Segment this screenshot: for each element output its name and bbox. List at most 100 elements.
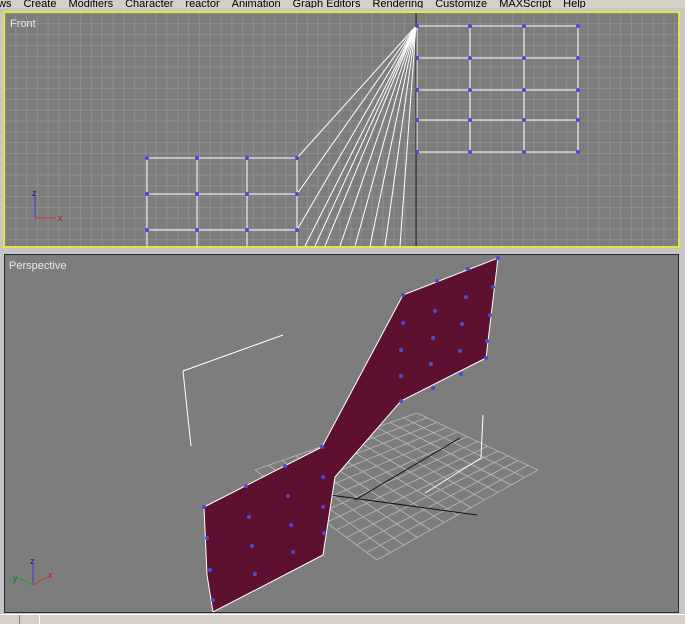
menu-item-create[interactable]: Create: [23, 0, 56, 8]
control-vertex[interactable]: [415, 150, 419, 154]
control-vertex[interactable]: [458, 349, 462, 353]
control-vertex[interactable]: [145, 228, 149, 232]
menu-item-graph-editors[interactable]: Graph Editors: [293, 0, 361, 8]
z-axis-label: z: [32, 188, 37, 198]
control-vertex[interactable]: [245, 228, 249, 232]
front-wireframe-spline[interactable]: [296, 25, 417, 246]
control-vertex[interactable]: [576, 88, 580, 92]
control-vertex[interactable]: [464, 295, 468, 299]
ground-grid-line: [389, 422, 512, 486]
z-axis-label: z: [30, 556, 35, 566]
control-vertex[interactable]: [283, 464, 287, 468]
control-vertex[interactable]: [401, 293, 405, 297]
control-vertex[interactable]: [399, 399, 403, 403]
bounding-wire-left: [182, 334, 284, 447]
control-vertex[interactable]: [522, 56, 526, 60]
control-vertex[interactable]: [244, 484, 248, 488]
control-vertex[interactable]: [488, 313, 492, 317]
control-vertex[interactable]: [321, 505, 325, 509]
control-vertex[interactable]: [245, 156, 249, 160]
control-vertex[interactable]: [291, 550, 295, 554]
control-vertex[interactable]: [522, 118, 526, 122]
control-vertex[interactable]: [415, 88, 419, 92]
menu-item-reactor[interactable]: reactor: [185, 0, 219, 8]
control-vertex[interactable]: [468, 24, 472, 28]
control-vertex[interactable]: [468, 56, 472, 60]
control-vertex[interactable]: [399, 374, 403, 378]
control-vertex[interactable]: [459, 372, 463, 376]
front-viewport-canvas[interactable]: z x: [5, 13, 678, 246]
perspective-viewport[interactable]: Perspective z x y: [4, 254, 679, 613]
control-vertex[interactable]: [202, 505, 206, 509]
control-vertex[interactable]: [250, 544, 254, 548]
menu-item-ws[interactable]: ws: [0, 0, 11, 8]
control-vertex[interactable]: [145, 192, 149, 196]
control-vertex[interactable]: [321, 475, 325, 479]
control-vertex[interactable]: [468, 88, 472, 92]
menu-item-rendering[interactable]: Rendering: [372, 0, 423, 8]
menu-item-animation[interactable]: Animation: [232, 0, 281, 8]
control-vertex[interactable]: [145, 156, 149, 160]
control-vertex[interactable]: [466, 267, 470, 271]
control-vertex[interactable]: [491, 285, 495, 289]
control-vertex[interactable]: [522, 88, 526, 92]
control-vertex[interactable]: [431, 386, 435, 390]
control-vertex[interactable]: [433, 309, 437, 313]
control-vertex[interactable]: [211, 598, 215, 602]
control-vertex[interactable]: [295, 156, 299, 160]
control-vertex[interactable]: [320, 445, 324, 449]
control-vertex[interactable]: [205, 536, 209, 540]
control-vertex[interactable]: [576, 56, 580, 60]
front-viewport-label[interactable]: Front: [10, 18, 36, 30]
control-vertex[interactable]: [399, 348, 403, 352]
control-vertex[interactable]: [415, 118, 419, 122]
control-vertex[interactable]: [208, 568, 212, 572]
control-vertex[interactable]: [435, 279, 439, 283]
control-vertex[interactable]: [468, 150, 472, 154]
front-lattice-left[interactable]: [145, 156, 299, 246]
control-vertex[interactable]: [576, 118, 580, 122]
y-axis-line: [17, 577, 34, 586]
axis-tripod-front: z x: [32, 188, 63, 223]
control-vertex[interactable]: [295, 192, 299, 196]
control-vertex[interactable]: [484, 356, 488, 360]
control-vertex[interactable]: [431, 336, 435, 340]
menu-item-maxscript[interactable]: MAXScript: [499, 0, 551, 8]
control-vertex[interactable]: [576, 24, 580, 28]
front-viewport[interactable]: Front z x: [3, 11, 680, 248]
control-vertex[interactable]: [286, 494, 290, 498]
control-vertex[interactable]: [247, 515, 251, 519]
perspective-viewport-canvas[interactable]: z x y: [5, 255, 678, 612]
spline-wire: [304, 25, 417, 246]
control-vertex[interactable]: [322, 531, 326, 535]
control-vertex[interactable]: [195, 228, 199, 232]
control-vertex[interactable]: [485, 339, 489, 343]
control-vertex[interactable]: [522, 24, 526, 28]
control-vertex[interactable]: [429, 362, 433, 366]
front-grid: [5, 13, 678, 246]
control-vertex[interactable]: [253, 572, 257, 576]
control-vertex[interactable]: [415, 56, 419, 60]
control-vertex[interactable]: [468, 118, 472, 122]
x-axis-line: [32, 576, 48, 586]
menu-bar: ws Create Modifiers Character reactor Animati…: [0, 0, 685, 8]
menu-item-customize[interactable]: Customize: [435, 0, 487, 8]
world-axis-y: [354, 437, 461, 501]
control-vertex[interactable]: [522, 150, 526, 154]
control-vertex[interactable]: [295, 228, 299, 232]
perspective-viewport-label[interactable]: Perspective: [9, 260, 66, 272]
control-vertex[interactable]: [415, 24, 419, 28]
menu-item-character[interactable]: Character: [125, 0, 173, 8]
deformed-surface[interactable]: [203, 257, 499, 612]
menu-item-help[interactable]: Help: [563, 0, 586, 8]
control-vertex[interactable]: [245, 192, 249, 196]
control-vertex[interactable]: [401, 321, 405, 325]
spline-wire: [354, 25, 417, 246]
control-vertex[interactable]: [460, 322, 464, 326]
control-vertex[interactable]: [496, 256, 500, 260]
control-vertex[interactable]: [289, 523, 293, 527]
control-vertex[interactable]: [576, 150, 580, 154]
menu-item-modifiers[interactable]: Modifiers: [68, 0, 113, 8]
control-vertex[interactable]: [195, 156, 199, 160]
control-vertex[interactable]: [195, 192, 199, 196]
